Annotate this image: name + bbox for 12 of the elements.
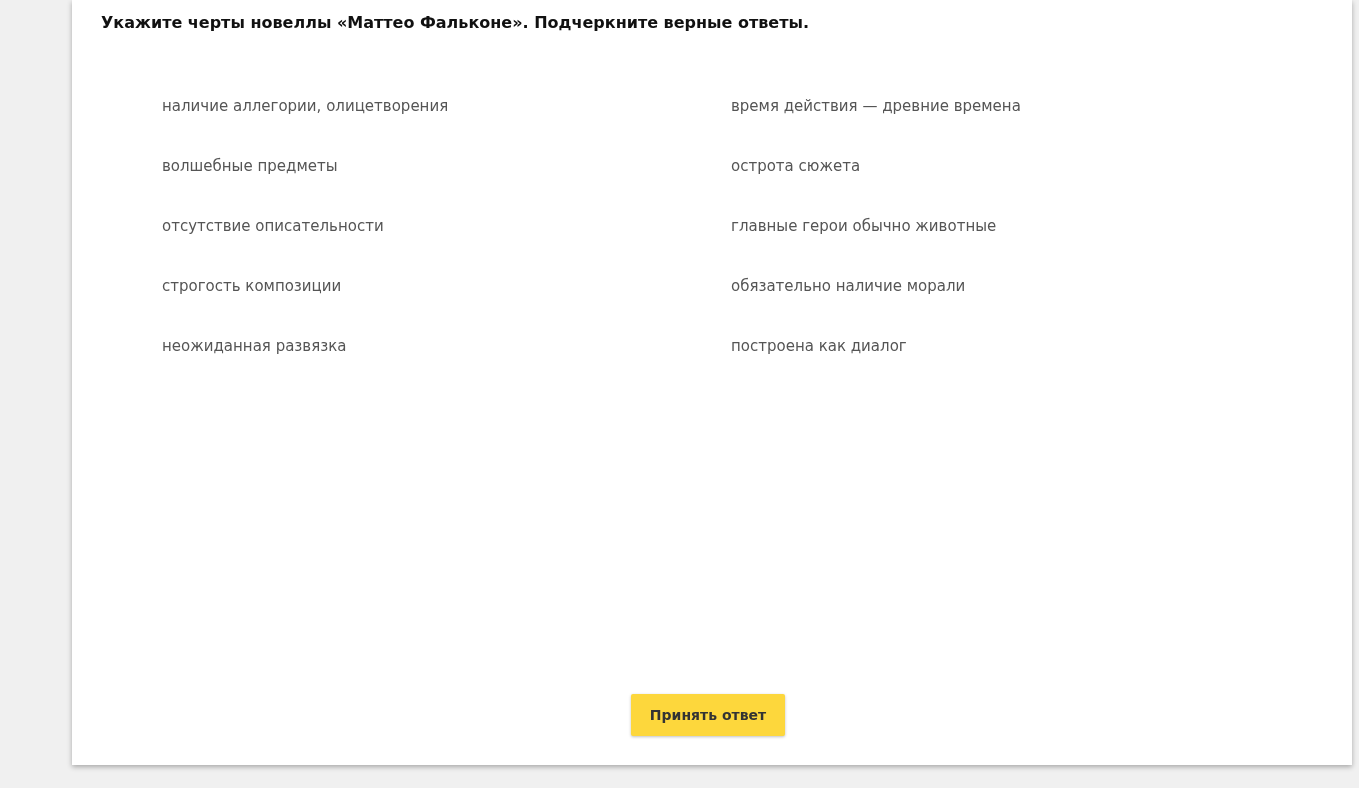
- submit-button[interactable]: Принять ответ: [630, 694, 786, 736]
- answer-option[interactable]: построена как диалог: [731, 334, 907, 358]
- question-title: Укажите черты новеллы «Маттео Фальконе». Подчеркните верные ответы.: [101, 12, 810, 34]
- answer-option[interactable]: неожиданная развязка: [162, 334, 347, 358]
- answer-option[interactable]: строгость композиции: [162, 274, 342, 298]
- answer-option[interactable]: наличие аллегории, олицетворения: [162, 94, 449, 118]
- answer-option[interactable]: острота сюжета: [731, 154, 861, 178]
- answer-option[interactable]: время действия — древние времена: [731, 94, 1021, 118]
- answer-option[interactable]: отсутствие описательности: [162, 214, 384, 238]
- answer-option[interactable]: волшебные предметы: [162, 154, 338, 178]
- answer-option[interactable]: главные герои обычно животные: [731, 214, 997, 238]
- answer-option[interactable]: обязательно наличие морали: [731, 274, 966, 298]
